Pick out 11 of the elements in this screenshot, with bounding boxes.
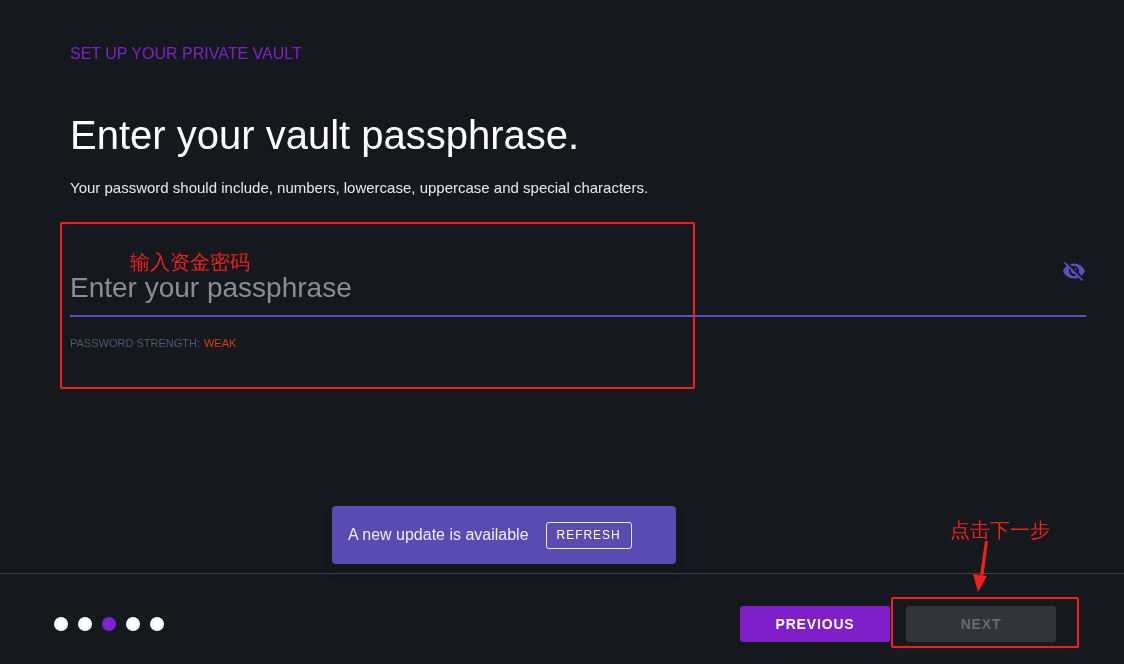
toast-message: A new update is available: [348, 525, 529, 545]
page-title: Enter your vault passphrase.: [70, 112, 580, 159]
refresh-button[interactable]: REFRESH: [545, 521, 632, 549]
strength-label: PASSWORD STRENGTH:: [70, 336, 200, 351]
annotation-arrow-icon: [973, 541, 988, 592]
previous-button[interactable]: PREVIOUS: [740, 606, 890, 642]
eyebrow-heading: SET UP YOUR PRIVATE VAULT: [70, 44, 302, 64]
strength-value: WEAK: [204, 336, 237, 351]
password-hint: Your password should include, numbers, lowercase, uppercase and special characters.: [70, 178, 649, 198]
eye-off-icon[interactable]: [1063, 262, 1085, 281]
annotation-label: 点击下一步: [950, 518, 1050, 542]
